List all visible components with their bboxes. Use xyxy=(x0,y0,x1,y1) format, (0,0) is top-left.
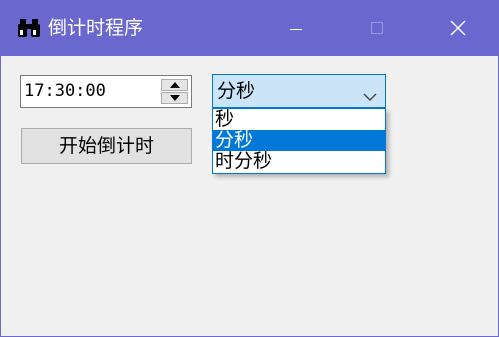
dropdown-option-hours-minutes-seconds[interactable]: 时分秒 xyxy=(213,151,385,172)
spin-up-button[interactable] xyxy=(161,79,188,91)
time-value[interactable]: 17:30:00 xyxy=(24,80,106,102)
format-dropdown-list: 秒 分秒 时分秒 xyxy=(212,108,386,174)
time-input[interactable]: 17:30:00 xyxy=(20,75,192,108)
dropdown-option-seconds[interactable]: 秒 xyxy=(213,109,385,130)
minimize-button[interactable] xyxy=(274,1,320,56)
app-window: 倒计时程序 17:30:00 分秒 秒 分秒 时分秒 开始倒计时 xyxy=(0,0,499,337)
binoculars-icon xyxy=(17,18,41,38)
minimize-icon xyxy=(290,29,302,30)
maximize-button[interactable] xyxy=(354,1,400,56)
spin-down-button[interactable] xyxy=(161,92,188,104)
maximize-icon xyxy=(371,22,383,34)
title-bar[interactable]: 倒计时程序 xyxy=(1,1,498,56)
start-countdown-button[interactable]: 开始倒计时 xyxy=(21,128,192,164)
format-select[interactable]: 分秒 xyxy=(212,74,386,108)
dropdown-option-minutes-seconds[interactable]: 分秒 xyxy=(213,130,385,151)
close-button[interactable] xyxy=(435,1,481,56)
chevron-down-icon xyxy=(363,87,377,106)
format-select-value: 分秒 xyxy=(217,80,256,102)
window-title: 倒计时程序 xyxy=(48,17,144,39)
